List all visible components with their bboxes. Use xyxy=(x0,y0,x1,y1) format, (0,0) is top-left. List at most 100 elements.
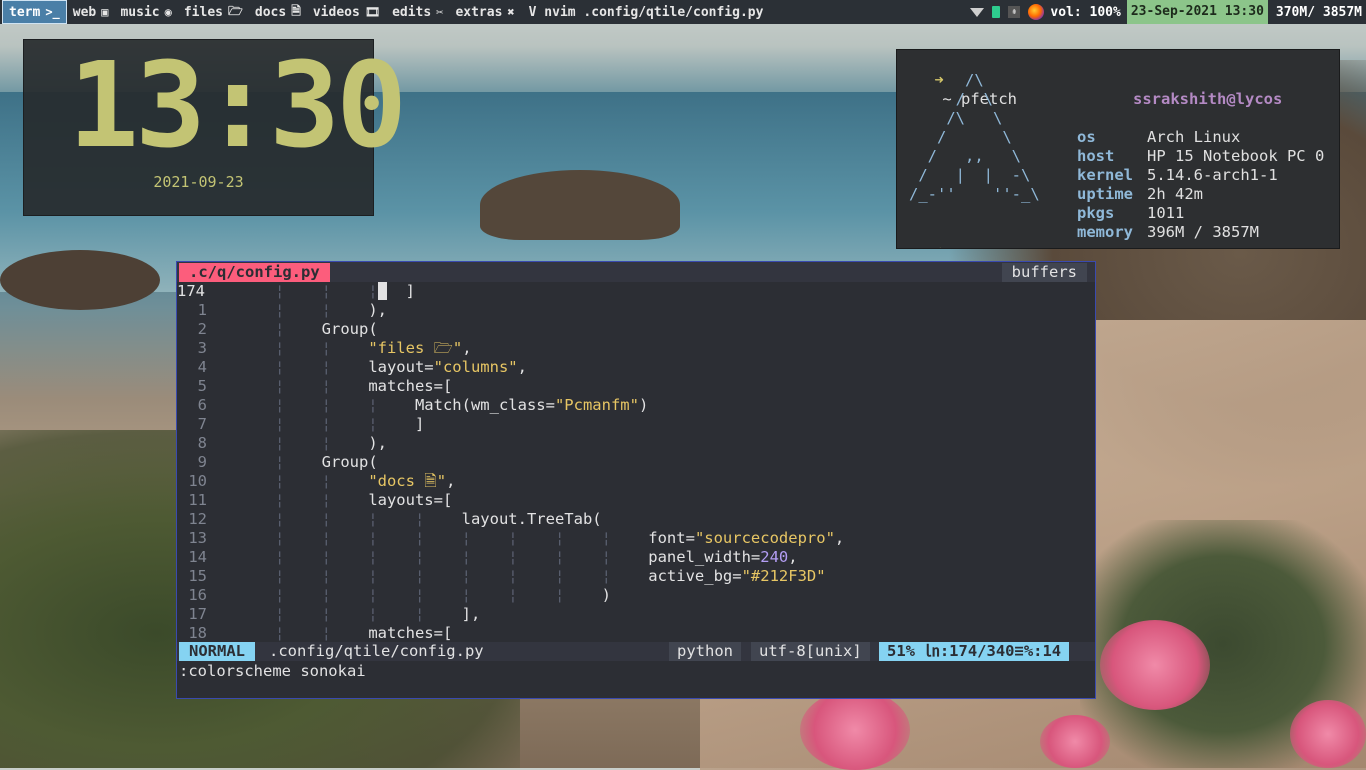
clock-time: 13:30 xyxy=(68,36,407,174)
code-token: , xyxy=(462,339,472,357)
indent-guide: ¦ ¦ xyxy=(219,434,369,452)
update-icon[interactable]: ⇞ xyxy=(1008,6,1021,18)
indent-guide: ¦ ¦ ¦ xyxy=(219,396,415,414)
info-value: 1011 xyxy=(1147,204,1185,222)
indent-guide: ¦ ¦ ¦ ¦ ¦ ¦ ¦ ¦ xyxy=(219,548,649,566)
group-docs[interactable]: docs 🗎 xyxy=(249,1,307,23)
document-icon: 🗎 xyxy=(291,3,301,18)
pfetch-terminal[interactable]: ➜ ~ pfetch /\ / \ /\ \ / \ / ,, \ / | | … xyxy=(896,49,1340,249)
code-line[interactable]: 18 ¦ ¦ matches=[ xyxy=(177,624,1095,643)
code-token: font= xyxy=(648,529,695,547)
code-token: "#212F3D" xyxy=(741,567,826,585)
code-token: layout= xyxy=(368,358,434,376)
code-line[interactable]: 7 ¦ ¦ ¦ ] xyxy=(177,415,1095,434)
group-web[interactable]: web ▣ xyxy=(67,1,115,23)
code-line[interactable]: 11 ¦ ¦ layouts=[ xyxy=(177,491,1095,510)
group-extras[interactable]: extras ✖ xyxy=(449,1,520,23)
line-number: 174 xyxy=(177,282,205,300)
indent-guide: ¦ ¦ ¦ ¦ xyxy=(219,510,462,528)
group-label: term xyxy=(9,4,41,20)
group-label: videos xyxy=(312,4,360,20)
group-term[interactable]: term >_ xyxy=(2,0,67,24)
memory-widget: 370M/ 3857M xyxy=(1275,4,1362,20)
indent-guide: ¦ ¦ ¦ ¦ xyxy=(219,605,462,623)
code-line[interactable]: 5 ¦ ¦ matches=[ xyxy=(177,377,1095,396)
tab-config-py[interactable]: .c/q/config.py xyxy=(179,263,330,282)
info-value: Arch Linux xyxy=(1147,128,1241,146)
code-line[interactable]: 1 ¦ ¦ ), xyxy=(177,301,1095,320)
group-label: web xyxy=(72,4,97,20)
line-number: 10 xyxy=(188,472,207,490)
group-videos[interactable]: videos 🎞 xyxy=(307,1,386,23)
prompt-arrow-icon: ➜ xyxy=(934,242,943,248)
code-token: layouts=[ xyxy=(368,491,453,509)
indent-guide: ¦ ¦ xyxy=(219,377,369,395)
buffers-label[interactable]: buffers xyxy=(1001,263,1087,282)
code-line[interactable]: 9 ¦ Group( xyxy=(177,453,1095,472)
code-line[interactable]: 10 ¦ ¦ "docs 🗎", xyxy=(177,472,1095,491)
group-music[interactable]: music ◉ xyxy=(114,1,177,23)
code-area[interactable]: 174 ¦ ¦ ¦ ] 1 ¦ ¦ ), 2 ¦ Group(3 ¦ ¦ "file… xyxy=(177,282,1095,643)
line-number: 9 xyxy=(197,453,207,471)
group-files[interactable]: files 🗁 xyxy=(178,1,249,23)
info-value: 396M / 3857M xyxy=(1147,223,1259,241)
editor-cursor xyxy=(377,282,387,300)
wallpaper-flower xyxy=(1290,700,1366,768)
code-line[interactable]: 174 ¦ ¦ ¦ ] xyxy=(177,282,1095,301)
code-token: ) xyxy=(601,586,611,604)
line-number: 17 xyxy=(188,605,207,623)
info-key: pkgs xyxy=(1077,204,1115,222)
code-token: active_bg= xyxy=(648,567,742,585)
info-row: pkgs 1011 xyxy=(1077,204,1324,223)
line-number: 3 xyxy=(197,339,207,357)
command-line[interactable]: :colorscheme sonokai xyxy=(179,662,366,681)
firefox-icon[interactable] xyxy=(1028,4,1045,20)
code-line[interactable]: 15 ¦ ¦ ¦ ¦ ¦ ¦ ¦ ¦ active_bg="#212F3D" xyxy=(177,567,1095,586)
code-line[interactable]: 4 ¦ ¦ layout="columns", xyxy=(177,358,1095,377)
ascii-line: / | | -\ xyxy=(909,166,1031,184)
indent-guide: ¦ ¦ xyxy=(219,301,369,319)
code-line[interactable]: 17 ¦ ¦ ¦ ¦ ], xyxy=(177,605,1095,624)
group-edits[interactable]: edits ✂ xyxy=(386,1,449,23)
code-line[interactable]: 2 ¦ Group( xyxy=(177,320,1095,339)
battery-icon[interactable] xyxy=(992,6,1001,18)
line-number: 5 xyxy=(197,377,207,395)
indent-guide: ¦ ¦ ¦ xyxy=(219,415,415,433)
code-token: "Pcmanfm" xyxy=(554,396,639,414)
code-line[interactable]: 6 ¦ ¦ ¦ Match(wm_class="Pcmanfm") xyxy=(177,396,1095,415)
clock-widget: 13:30 2021-09-23 xyxy=(23,36,407,216)
wifi-icon[interactable] xyxy=(970,7,985,17)
tabline: .c/q/config.py buffers xyxy=(177,262,1095,282)
indent-guide: ¦ xyxy=(219,453,322,471)
line-number: 13 xyxy=(188,529,207,547)
status-filetype: python xyxy=(669,642,741,661)
code-line[interactable]: 16 ¦ ¦ ¦ ¦ ¦ ¦ ¦ ) xyxy=(177,586,1095,605)
code-line[interactable]: 14 ¦ ¦ ¦ ¦ ¦ ¦ ¦ ¦ panel_width=240, xyxy=(177,548,1095,567)
code-token: ] xyxy=(386,282,415,300)
code-token: ] xyxy=(414,415,425,433)
indent-guide: ¦ ¦ xyxy=(219,339,369,357)
group-label: extras xyxy=(455,4,503,20)
code-line[interactable]: 12 ¦ ¦ ¦ ¦ layout.TreeTab( xyxy=(177,510,1095,529)
info-row: os Arch Linux xyxy=(1077,128,1324,147)
line-number: 16 xyxy=(188,586,207,604)
ascii-line: /\ xyxy=(909,71,984,89)
nvim-window[interactable]: .c/q/config.py buffers 174 ¦ ¦ ¦ ] 1 ¦ ¦ … xyxy=(176,261,1096,699)
volume-widget[interactable]: vol: 100% xyxy=(1050,5,1120,20)
user-host: ssrakshith@lycos xyxy=(1133,90,1283,108)
code-token: matches=[ xyxy=(368,624,453,642)
ascii-line: / ,, \ xyxy=(909,147,1021,165)
code-line[interactable]: 3 ¦ ¦ "files 🗁", xyxy=(177,339,1095,358)
line-number: 18 xyxy=(188,624,207,642)
line-number: 2 xyxy=(197,320,207,338)
code-token: , xyxy=(834,529,845,547)
code-line[interactable]: 8 ¦ ¦ ), xyxy=(177,434,1095,453)
indent-guide: ¦ ¦ ¦ ¦ ¦ ¦ ¦ ¦ xyxy=(219,567,649,585)
code-token: Group( xyxy=(321,453,378,471)
line-number: 1 xyxy=(197,301,207,319)
wallpaper-rock xyxy=(0,250,160,310)
code-line[interactable]: 13 ¦ ¦ ¦ ¦ ¦ ¦ ¦ ¦ font="sourcecodepro", xyxy=(177,529,1095,548)
indent-guide: ¦ ¦ ¦ xyxy=(219,282,378,300)
ascii-line: / \ xyxy=(909,90,993,108)
wallpaper-flower xyxy=(800,690,910,770)
